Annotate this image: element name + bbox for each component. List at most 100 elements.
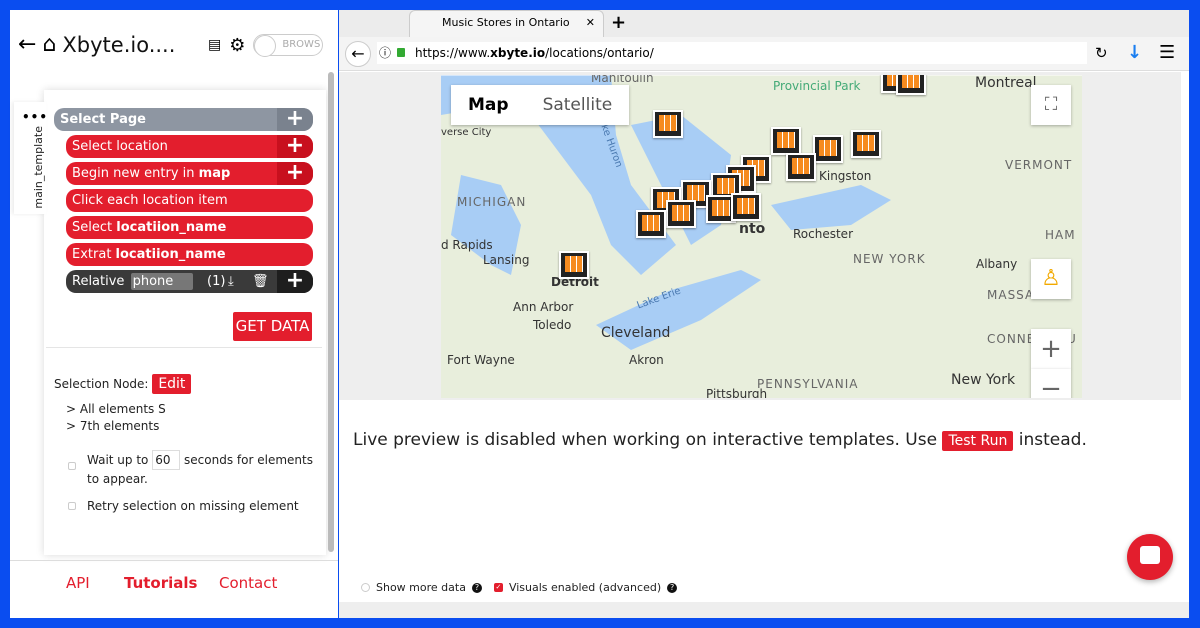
back-icon[interactable]: ← (345, 41, 371, 67)
step-click-each[interactable]: Click each location item (66, 189, 313, 212)
step-relative[interactable]: Relative phone (1) ⤓ 🗑 + (66, 270, 313, 293)
document-icon[interactable]: ▤ (208, 37, 221, 53)
add-icon[interactable]: + (277, 108, 313, 131)
visuals-label: Visuals enabled (advanced) (508, 581, 662, 594)
show-more-label: Show more data (376, 581, 466, 594)
lock-icon (397, 48, 405, 57)
divider (46, 347, 322, 348)
address-input[interactable]: ⓘ https://www.xbyte.io/locations/ontario… (377, 42, 1087, 64)
street-view-pegman-icon[interactable]: ♙ (1031, 259, 1071, 299)
map-label: Ann Arbor (513, 300, 574, 314)
close-tab-icon[interactable]: ✕ (586, 11, 595, 35)
footer-link-api[interactable]: API (66, 574, 90, 592)
visuals-checkbox[interactable]: ✓ (493, 583, 503, 592)
step-target: locatiion_name (115, 247, 226, 262)
store-marker[interactable] (653, 110, 683, 138)
relative-field-input[interactable]: phone (130, 273, 193, 290)
info-icon[interactable]: ⓘ (379, 42, 391, 64)
download-icon[interactable]: ↓ (1127, 42, 1142, 63)
map-type-satellite[interactable]: Satellite (526, 85, 630, 125)
map-label: Provincial Park (773, 79, 861, 93)
template-tab-label: main_template (32, 126, 45, 209)
wait-seconds-input[interactable]: 60 (152, 450, 181, 470)
page-viewport: Manitoulin Provincial Park Montreal vers… (339, 72, 1181, 400)
get-data-button[interactable]: GET DATA (233, 312, 312, 341)
trash-icon[interactable]: 🗑 (252, 270, 269, 293)
step-label: Extrat (72, 247, 116, 262)
map-label: verse City (441, 127, 492, 138)
download-icon[interactable]: ⤓ (228, 270, 234, 293)
store-marker[interactable] (731, 193, 761, 221)
step-begin-entry[interactable]: Begin new entry in map + (66, 162, 313, 185)
add-icon[interactable]: + (277, 162, 313, 185)
step-label: Begin new entry in (72, 166, 199, 181)
zoom-out-button[interactable]: − (1031, 369, 1071, 398)
chat-button[interactable] (1127, 534, 1173, 580)
project-title: Xbyte.io.... (62, 32, 176, 57)
toggle-label: BROWS (282, 39, 321, 50)
step-label: Relative (72, 274, 125, 289)
browse-toggle[interactable]: BROWS (253, 34, 324, 57)
store-marker[interactable] (636, 210, 666, 238)
google-map[interactable]: Manitoulin Provincial Park Montreal vers… (441, 75, 1082, 398)
template-tab[interactable]: ••• main_template (14, 102, 48, 214)
map-label: Montreal (975, 75, 1037, 91)
zoom-in-button[interactable]: + (1031, 329, 1071, 369)
node-item: > 7th elements (66, 419, 160, 433)
reload-icon[interactable]: ↻ (1095, 44, 1108, 62)
add-icon[interactable]: + (277, 135, 313, 158)
node-item: > All elements S (66, 402, 166, 416)
store-marker[interactable] (786, 153, 816, 181)
step-label: Select location (72, 139, 168, 154)
wait-checkbox[interactable] (68, 462, 76, 470)
preview-options: Show more data ? ✓ Visuals enabled (adva… (361, 581, 678, 594)
map-type-map[interactable]: Map (451, 85, 526, 125)
tab-music-stores[interactable]: Music Stores in Ontario ✕ (409, 10, 604, 37)
help-icon[interactable]: ? (667, 582, 678, 593)
gear-icon[interactable]: ⚙ (229, 35, 245, 56)
store-marker[interactable] (771, 127, 801, 155)
map-label: New York (951, 372, 1016, 388)
footer-link-contact[interactable]: Contact (219, 574, 277, 592)
more-icon[interactable]: ••• (22, 110, 48, 124)
step-target: map (198, 166, 231, 181)
store-marker[interactable] (896, 75, 926, 95)
help-icon[interactable]: ? (471, 582, 482, 593)
menu-icon[interactable]: ☰ (1159, 42, 1175, 63)
map-state-label: VERMONT (1005, 158, 1073, 172)
store-marker[interactable] (813, 135, 843, 163)
show-more-radio[interactable] (361, 583, 370, 592)
map-label: Toledo (533, 318, 572, 332)
map-label: Fort Wayne (447, 353, 515, 367)
map-type-control: Map Satellite (451, 85, 630, 125)
add-icon[interactable]: + (277, 270, 313, 293)
back-arrow-icon[interactable]: ← (18, 32, 36, 57)
store-marker[interactable] (851, 130, 881, 158)
map-label: Manitoulin (591, 75, 654, 85)
new-tab-icon[interactable]: + (611, 12, 626, 33)
map-label: Akron (629, 353, 664, 367)
home-icon[interactable]: ⌂ (42, 32, 56, 57)
map-label: Kingston (819, 169, 872, 183)
step-label: Select Page (60, 112, 146, 127)
map-state-label: MICHIGAN (457, 195, 527, 209)
retry-checkbox[interactable] (68, 502, 76, 510)
edit-button[interactable]: Edit (152, 374, 192, 394)
retry-label: Retry selection on missing element (87, 499, 299, 513)
tab-bar: Music Stores in Ontario ✕ + (339, 10, 1189, 37)
selection-node-label: Selection Node: Edit (54, 374, 192, 394)
footer-link-tutorials[interactable]: Tutorials (124, 574, 197, 592)
test-run-button[interactable]: Test Run (942, 431, 1014, 451)
map-label: Albany (976, 257, 1018, 271)
map-label: d Rapids (441, 238, 493, 252)
step-extract-name[interactable]: Extrat locatiion_name (66, 243, 313, 266)
chat-icon (1140, 546, 1160, 564)
step-select-page[interactable]: Select Page + (54, 108, 313, 131)
sidebar-scrollbar[interactable] (328, 72, 334, 552)
fullscreen-icon[interactable]: ⛶ (1031, 85, 1071, 125)
step-select-name[interactable]: Select locatiion_name (66, 216, 313, 239)
store-marker[interactable] (666, 200, 696, 228)
store-marker[interactable] (559, 251, 589, 279)
step-select-location[interactable]: Select location + (66, 135, 313, 158)
map-label: nto (739, 221, 766, 237)
